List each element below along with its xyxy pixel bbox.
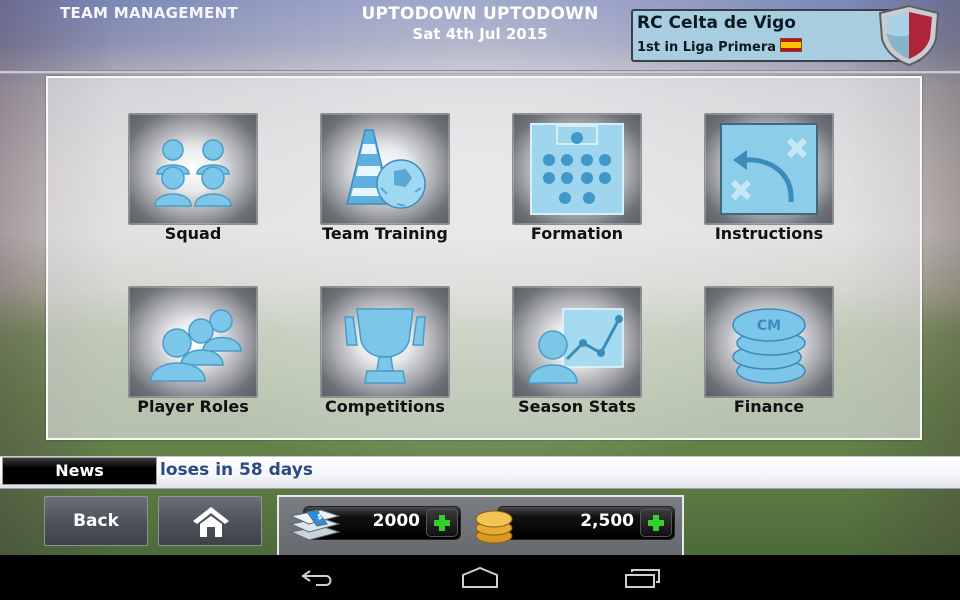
menu-tile-finance[interactable]: CM Finance bbox=[704, 286, 834, 420]
club-standing: 1st in Liga Primera bbox=[637, 38, 803, 55]
tile-frame: CM bbox=[704, 286, 834, 398]
tile-frame bbox=[320, 113, 450, 225]
add-coins-button[interactable] bbox=[640, 509, 672, 537]
section-title: TEAM MANAGEMENT bbox=[60, 4, 238, 22]
menu-tile-player-roles[interactable]: Player Roles bbox=[128, 286, 258, 420]
tile-label: Squad bbox=[164, 224, 222, 243]
menu-tile-competitions[interactable]: Competitions bbox=[320, 286, 450, 420]
menu-tile-squad[interactable]: Squad bbox=[128, 113, 258, 247]
menu-tile-season-stats[interactable]: Season Stats bbox=[512, 286, 642, 420]
tile-frame bbox=[128, 113, 258, 225]
tile-frame bbox=[512, 113, 642, 225]
coin-stack-icon: CM bbox=[732, 308, 806, 384]
cash-stack-icon: $ bbox=[289, 509, 341, 541]
svg-text:$: $ bbox=[317, 512, 323, 521]
tile-label: Player Roles bbox=[137, 397, 249, 416]
spain-flag-icon bbox=[780, 38, 803, 52]
tile-label: Instructions bbox=[714, 224, 824, 243]
add-cash-button[interactable] bbox=[426, 509, 458, 537]
tile-label: Finance bbox=[733, 397, 805, 416]
back-button[interactable]: Back bbox=[44, 496, 148, 546]
home-button[interactable] bbox=[158, 496, 262, 546]
tile-label: Formation bbox=[530, 224, 624, 243]
coins-value: 2,500 bbox=[580, 511, 634, 531]
manager-name: UPTODOWN UPTODOWN bbox=[361, 4, 599, 24]
game-date: Sat 4th Jul 2015 bbox=[412, 25, 548, 43]
coins-display: 2,500 bbox=[497, 506, 675, 540]
news-tab[interactable]: News bbox=[2, 457, 157, 485]
home-icon bbox=[193, 507, 229, 537]
recents-icon[interactable] bbox=[624, 567, 662, 589]
tile-label: Season Stats bbox=[518, 397, 636, 416]
tile-frame bbox=[704, 113, 834, 225]
club-crest-icon bbox=[878, 4, 940, 67]
tile-label: Team Training bbox=[322, 224, 448, 243]
standing-text: 1st in Liga Primera bbox=[637, 40, 777, 55]
trophy-icon bbox=[344, 308, 426, 384]
header-divider bbox=[0, 70, 960, 74]
management-menu-panel: Squad Team Training Formation Instructio… bbox=[46, 76, 922, 440]
stats-chart-icon bbox=[528, 308, 624, 384]
coin-stack-label: CM bbox=[757, 318, 781, 334]
menu-tile-team-training[interactable]: Team Training bbox=[320, 113, 450, 247]
currency-panel: 2000 $ 2,500 bbox=[277, 495, 684, 555]
club-name: RC Celta de Vigo bbox=[637, 13, 796, 33]
menu-tile-formation[interactable]: Formation bbox=[512, 113, 642, 247]
news-ticker-text: loses in 58 days bbox=[160, 460, 313, 480]
back-icon[interactable] bbox=[300, 567, 336, 589]
tile-label: Competitions bbox=[325, 397, 445, 416]
menu-tile-instructions[interactable]: Instructions bbox=[704, 113, 834, 247]
formation-pitch-icon bbox=[530, 123, 624, 215]
tile-frame bbox=[128, 286, 258, 398]
cash-value: 2000 bbox=[372, 511, 420, 531]
manager-info: UPTODOWN UPTODOWN Sat 4th Jul 2015 bbox=[330, 4, 630, 43]
player-roles-icon bbox=[150, 309, 242, 382]
training-cone-ball-icon bbox=[346, 129, 426, 209]
home-outline-icon[interactable] bbox=[460, 567, 500, 589]
tile-frame bbox=[512, 286, 642, 398]
tile-frame bbox=[320, 286, 450, 398]
gold-coins-icon bbox=[475, 510, 513, 544]
squad-icon bbox=[154, 139, 232, 207]
tactics-arrow-icon bbox=[720, 123, 818, 215]
android-nav-bar bbox=[0, 555, 960, 600]
